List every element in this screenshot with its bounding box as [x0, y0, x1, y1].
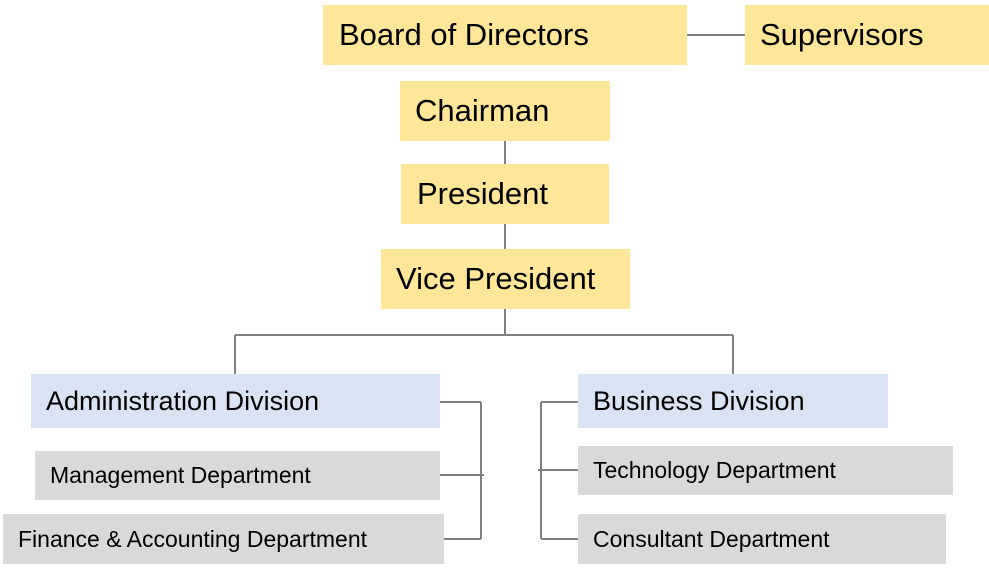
board-node: Board of Directors: [323, 5, 687, 65]
finance-dept-node: Finance & Accounting Department: [3, 514, 444, 564]
admin-division-node: Administration Division: [31, 374, 440, 428]
management-dept-node: Management Department: [35, 451, 440, 500]
president-node: President: [401, 164, 609, 224]
technology-dept-node: Technology Department: [578, 446, 953, 495]
vice-president-node: Vice President: [381, 249, 630, 309]
business-division-node: Business Division: [578, 374, 888, 428]
chairman-node: Chairman: [400, 81, 610, 141]
consultant-dept-node: Consultant Department: [578, 514, 946, 564]
supervisors-node: Supervisors: [745, 5, 989, 65]
